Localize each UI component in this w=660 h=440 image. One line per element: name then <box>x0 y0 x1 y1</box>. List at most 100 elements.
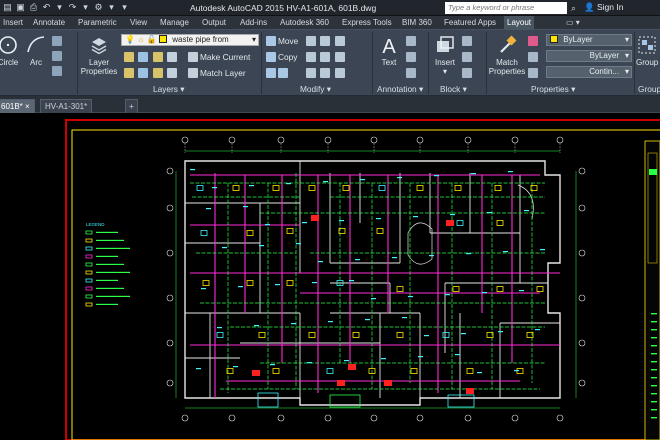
dropdown-icon[interactable]: ▾ <box>54 2 65 13</box>
title-block-text <box>651 353 657 355</box>
trim-icon[interactable] <box>320 36 331 46</box>
table-icon[interactable] <box>406 68 416 78</box>
layer-off-icon[interactable] <box>124 52 134 62</box>
save-icon[interactable]: ▣ <box>15 2 26 13</box>
fillet-icon[interactable] <box>320 52 331 62</box>
arc-button[interactable]: Arc <box>25 34 47 67</box>
annotation-tools-3 <box>406 68 418 78</box>
dimension-icon[interactable] <box>406 36 416 46</box>
stretch-button[interactable] <box>266 68 290 78</box>
red-fixture <box>348 364 356 370</box>
block-panel-title[interactable]: Block ▾ <box>440 83 467 95</box>
workspace-icon[interactable]: ⚙ <box>93 2 104 13</box>
sign-in-button[interactable]: 👤 Sign In <box>584 2 623 13</box>
erase-icon[interactable] <box>334 36 345 46</box>
tab-add-ins[interactable]: Add-ins <box>240 16 267 30</box>
layer-thaw-icon[interactable] <box>152 68 163 78</box>
title-block-text <box>651 369 657 371</box>
layer-unlock-icon[interactable] <box>166 68 177 78</box>
mirror-icon[interactable] <box>306 52 316 62</box>
dropdown-icon[interactable]: ▾ <box>106 2 117 13</box>
tab-view[interactable]: View <box>130 16 147 30</box>
layer-isolate-icon[interactable] <box>138 52 149 62</box>
document-tab-bar: 601B* × HV-A1-301* + <box>0 96 660 113</box>
tab-autodesk-360[interactable]: Autodesk 360 <box>280 16 329 30</box>
new-tab-button[interactable]: + <box>125 99 138 113</box>
open-icon[interactable]: ▤ <box>2 2 13 13</box>
title-block-text <box>651 337 657 339</box>
panel-separator <box>486 32 487 94</box>
text-button[interactable]: A Text <box>376 34 402 67</box>
floor-plan <box>184 160 561 408</box>
match-properties-button[interactable]: Match Properties <box>488 34 526 76</box>
panel-separator <box>77 32 78 94</box>
layer-properties-button[interactable]: Layer Properties <box>80 34 118 76</box>
tab-annotate[interactable]: Annotate <box>33 16 65 30</box>
linetype-dropdown[interactable]: ByLayer ▾ <box>546 50 632 62</box>
dropdown-icon[interactable]: ▾ <box>80 2 91 13</box>
array-icon[interactable] <box>306 68 316 78</box>
tab-output[interactable]: Output <box>202 16 226 30</box>
print-icon[interactable]: ⎙ <box>28 2 39 13</box>
tab-parametric[interactable]: Parametric <box>78 16 117 30</box>
redo-icon[interactable]: ↷ <box>67 2 78 13</box>
hatch-tool[interactable] <box>52 51 64 61</box>
rectangle-tool[interactable] <box>52 36 64 46</box>
annotation-text <box>498 331 503 333</box>
doc-tab-hv-a1-301[interactable]: HV-A1-301* <box>40 99 93 113</box>
edit-block-icon[interactable] <box>462 52 472 62</box>
color-dropdown[interactable]: ByLayer ▾ <box>546 34 632 46</box>
lightbulb-icon: 💡 <box>125 35 135 44</box>
tab-express-tools[interactable]: Express Tools <box>342 16 392 30</box>
customize-icon[interactable]: ▾ <box>119 2 130 13</box>
copy-button[interactable]: Copy <box>266 52 297 62</box>
tab-bim-360[interactable]: BIM 360 <box>402 16 432 30</box>
circle-button[interactable]: Circle <box>0 34 20 67</box>
properties-panel-title[interactable]: Properties ▾ <box>531 83 575 95</box>
annotation-text <box>312 282 317 284</box>
layer-lock-icon[interactable] <box>166 52 177 62</box>
offset-icon[interactable] <box>320 68 331 78</box>
equipment-tag <box>308 332 316 338</box>
leader-icon[interactable] <box>406 52 416 62</box>
drawing-canvas[interactable]: LEGEND <box>0 113 660 440</box>
close-icon[interactable]: × <box>25 102 30 111</box>
create-block-icon[interactable] <box>462 36 472 46</box>
polygon-tool[interactable] <box>52 66 64 76</box>
tab-featured-apps[interactable]: Featured Apps <box>444 16 496 30</box>
explode-icon[interactable] <box>334 52 345 62</box>
legend-symbol <box>85 286 93 291</box>
rotate-icon[interactable] <box>306 36 316 46</box>
group-button[interactable]: Group <box>636 34 658 67</box>
move-button[interactable]: Move <box>266 36 298 46</box>
search-icon[interactable]: ⌕ <box>571 2 583 14</box>
annotation-text <box>471 173 476 175</box>
grid-bubble <box>277 136 285 144</box>
tab-insert[interactable]: Insert <box>3 16 23 30</box>
search-input[interactable]: Type a keyword or phrase <box>445 2 567 14</box>
match-layer-button[interactable]: Match Layer <box>188 68 246 78</box>
annotation-panel-title[interactable]: Annotation ▾ <box>377 83 423 95</box>
tab-manage[interactable]: Manage <box>160 16 189 30</box>
drawing-svg[interactable]: LEGEND <box>0 113 660 440</box>
layer-dropdown[interactable]: 💡 ☼ 🔓 waste pipe from ▾ <box>121 34 259 46</box>
layer-freeze-icon[interactable] <box>152 52 163 62</box>
chamfer-icon[interactable] <box>334 68 345 78</box>
annotation-text <box>535 329 540 331</box>
groups-panel-title[interactable]: Group <box>638 83 660 95</box>
make-current-button[interactable]: Make Current <box>188 52 250 62</box>
layer-on-icon[interactable] <box>124 68 134 78</box>
grid-bubble <box>228 136 236 144</box>
block-attribute-icon[interactable] <box>462 68 472 78</box>
lineweight-dropdown[interactable]: Contin... ▾ <box>546 66 632 78</box>
insert-block-button[interactable]: Insert ▾ <box>432 34 458 76</box>
circle-icon <box>0 36 17 54</box>
layer-unisolate-icon[interactable] <box>138 68 149 78</box>
tab-layout[interactable]: Layout <box>504 16 535 30</box>
ribbon-toggle-icon[interactable]: ▭ ▾ <box>566 16 580 30</box>
doc-tab-601b[interactable]: 601B* × <box>0 99 35 113</box>
undo-icon[interactable]: ↶ <box>41 2 52 13</box>
insert-block-icon <box>437 36 454 52</box>
layers-panel-title[interactable]: Layers ▾ <box>153 83 184 95</box>
modify-panel-title[interactable]: Modify ▾ <box>300 83 331 95</box>
